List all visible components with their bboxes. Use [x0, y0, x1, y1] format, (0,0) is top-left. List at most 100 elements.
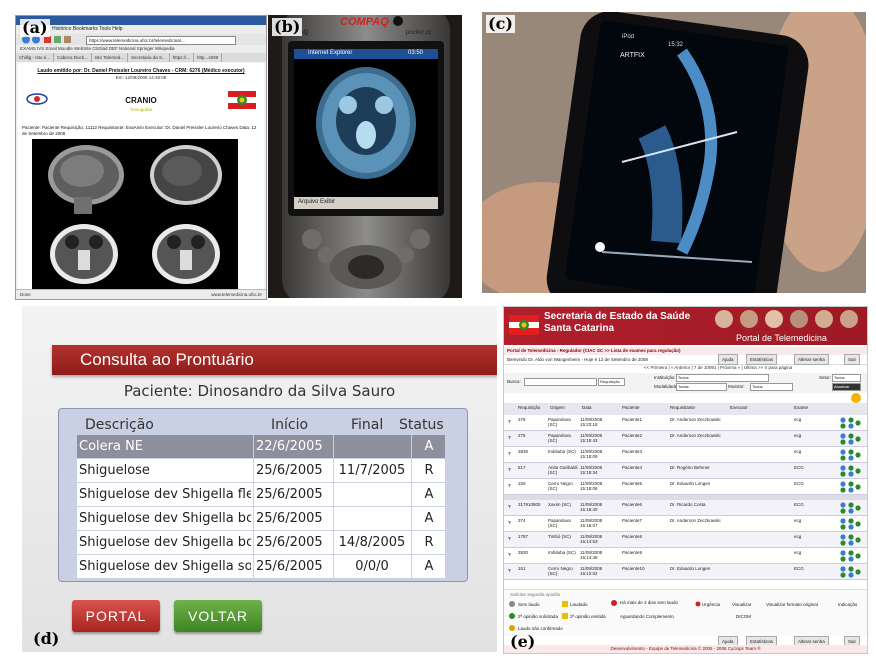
bookmarks-bar[interactable]: EXAMS IVS Email Moodle WebSite CbGlad DE…	[16, 45, 266, 53]
tab[interactable]: Secretaria da S...	[128, 53, 170, 62]
exam-rows: ? 376 Papanduva (SC) 11/09/2008 15:23:18 Pac…	[504, 415, 867, 580]
tab[interactable]: http...4299	[194, 53, 223, 62]
table-row[interactable]: Shiguelose 25/6/2005 11/7/2005 R	[77, 459, 445, 482]
help-icon[interactable]: ?	[508, 419, 511, 424]
address-bar[interactable]: https://www.telemedicina.ufsc.br/telemed…	[86, 36, 236, 45]
row-start-date: 22/6/2005	[253, 435, 332, 458]
pda-toolbar[interactable]: Arquivo Exibir	[298, 199, 335, 205]
help-icon[interactable]: ?	[508, 504, 511, 509]
header-requisitante[interactable]: Requisitante	[670, 405, 695, 410]
header-requisicao[interactable]: Requisição	[518, 405, 540, 410]
table-row[interactable]: Shiguelose dev Shigella sonn 25/6/2005 0/0…	[77, 555, 445, 578]
exit-button[interactable]: Sair	[844, 354, 861, 365]
row-action-icons[interactable]	[838, 533, 862, 546]
panel-label-a: (a)	[20, 18, 50, 37]
ct-sagittal-image	[34, 141, 134, 214]
pagination[interactable]: << Primeira | « Anterior | 7 de 10091 | …	[644, 365, 792, 370]
voltar-button[interactable]: VOLTAR	[174, 600, 262, 632]
help-icon[interactable]: ?	[508, 483, 511, 488]
table-row[interactable]: ? 3935 Imbituba (SC) 11/09/2008 15:18:09 Pac…	[504, 447, 867, 463]
status-text: Done	[20, 292, 31, 297]
column-header-end[interactable]: Final	[351, 417, 383, 433]
table-row[interactable]: ? 150 Cerro Negro (SC) 11/09/2008 15:18:06 P…	[504, 479, 867, 495]
row-data: 11/09/2008 15:16:07	[580, 518, 603, 528]
table-row[interactable]: ? 151 Cerro Negro (SC) 11/09/2008 15:12:02 P…	[504, 564, 867, 580]
row-origem: Timbó (SC)	[548, 534, 571, 539]
table-row[interactable]: ? 1787 Timbó (SC) 11/09/2008 15:14:53 Pacien…	[504, 532, 867, 548]
row-action-icons[interactable]	[838, 464, 862, 477]
table-row[interactable]: ? 376 Papanduva (SC) 11/09/2008 15:23:18 Pac…	[504, 415, 867, 431]
header-exame[interactable]: Exame	[794, 405, 808, 410]
header-paciente[interactable]: Paciente	[622, 405, 640, 410]
device-brand: COMPAQ	[340, 16, 389, 28]
exam-table: Requisição Origem Data Paciente Requisit…	[504, 403, 867, 580]
header-executor[interactable]: Executor	[730, 405, 748, 410]
help-icon[interactable]: ?	[508, 467, 511, 472]
tab[interactable]: https://...	[170, 53, 195, 62]
modality-label: Modalidade:	[654, 384, 679, 389]
row-action-icons[interactable]	[838, 501, 862, 514]
panel-label-d: (d)	[33, 629, 60, 648]
institution-select[interactable]: Todos	[676, 374, 769, 382]
help-icon[interactable]: ?	[508, 536, 511, 541]
row-requisitante: Dr. Ricardo Costa	[670, 502, 706, 507]
show-label: Mostrar:	[728, 384, 745, 389]
table-row[interactable]: ? 374 Papanduva (SC) 11/09/2008 15:16:07 Pac…	[504, 516, 867, 532]
row-end-date	[333, 483, 410, 506]
help-button[interactable]: Ajuda	[718, 354, 738, 365]
row-action-icons[interactable]	[838, 432, 862, 445]
column-header-start[interactable]: Início	[271, 417, 308, 433]
table-row[interactable]: ? 3930 Imbituba (SC) 11/09/2008 15:14:48 Pac…	[504, 548, 867, 564]
row-origem: Cerro Negro (SC)	[548, 481, 573, 491]
legend: Solicitar segunda opinião Sem laudo Laud…	[504, 589, 867, 636]
column-header-status[interactable]: Status	[399, 417, 444, 433]
row-data: 11/09/2008 15:14:48	[580, 550, 603, 560]
row-action-icons[interactable]	[838, 517, 862, 530]
change-password-button[interactable]: Alterar senha	[794, 354, 829, 365]
santa-catarina-flag-icon	[509, 315, 539, 335]
row-action-icons[interactable]	[838, 565, 862, 578]
show-select[interactable]: Todos	[750, 383, 793, 391]
help-icon[interactable]: ?	[508, 520, 511, 525]
row-action-icons[interactable]	[838, 416, 862, 429]
row-requisicao: 150	[518, 481, 526, 486]
device-pocket-label: pocket pc	[406, 30, 432, 36]
report-patient-line: Paciente: Paciente Requisição: 11112 Req…	[22, 125, 257, 136]
row-action-icons[interactable]	[838, 480, 862, 493]
portal-button[interactable]: PORTAL	[72, 600, 160, 632]
tab[interactable]: Chillig - Isto é...	[16, 53, 55, 62]
search-input[interactable]	[524, 378, 597, 386]
help-icon[interactable]: ?	[508, 552, 511, 557]
row-description: Colera NE	[79, 439, 144, 454]
sector-select[interactable]: Todos	[832, 374, 861, 382]
row-requisicao: 517	[518, 465, 526, 470]
help-icon[interactable]: ?	[508, 568, 511, 573]
modality-select[interactable]: Todas	[676, 383, 727, 391]
tab[interactable]: Cabeca Duck...	[54, 53, 92, 62]
row-requisicao: 317910800	[518, 502, 541, 507]
page-title: Consulta ao Prontuário	[80, 350, 254, 369]
row-requisicao: 374	[518, 518, 526, 523]
row-action-icons[interactable]	[838, 448, 862, 461]
help-icon[interactable]: ?	[508, 435, 511, 440]
row-action-icons[interactable]	[838, 549, 862, 562]
table-row[interactable]: ? 275 Papanduva (SC) 11/09/2008 15:19:43 Pac…	[504, 431, 867, 447]
table-row[interactable]: Shiguelose dev Shigella boyd 25/6/2005 14/…	[77, 531, 445, 554]
table-row[interactable]: Shiguelose dev Shigella flexn 25/6/2005 A	[77, 483, 445, 506]
table-row[interactable]: ? 517 Anita Garibaldi (SC) 11/09/2008 15:18…	[504, 463, 867, 479]
update-button[interactable]: Atualizar	[832, 383, 861, 391]
portal-banner: Secretaria de Estado da Saúde Santa Cata…	[504, 307, 867, 345]
header-origem[interactable]: Origem	[550, 405, 565, 410]
table-row[interactable]: Colera NE 22/6/2005 A	[77, 435, 445, 458]
help-icon[interactable]: ?	[508, 451, 511, 456]
tab[interactable]: Isto Telemed...	[92, 53, 128, 62]
report-date: Em: 12/09/2008 14:39:08	[115, 75, 167, 80]
browser-menubar[interactable]: Histórico Bookmarks Tools Help	[16, 25, 266, 34]
column-header-description[interactable]: Descrição	[85, 417, 154, 433]
row-status: A	[411, 507, 446, 530]
table-row[interactable]: Shiguelose dev Shigella boyd 25/6/2005 A	[77, 507, 445, 530]
header-data[interactable]: Data	[582, 405, 592, 410]
stats-button[interactable]: Estatísticas	[746, 354, 778, 365]
search-type-select[interactable]: Requisição	[598, 378, 625, 386]
table-row[interactable]: ? 317910800 Xaxim (SC) 11/09/2008 15:16:40 P…	[504, 500, 867, 516]
